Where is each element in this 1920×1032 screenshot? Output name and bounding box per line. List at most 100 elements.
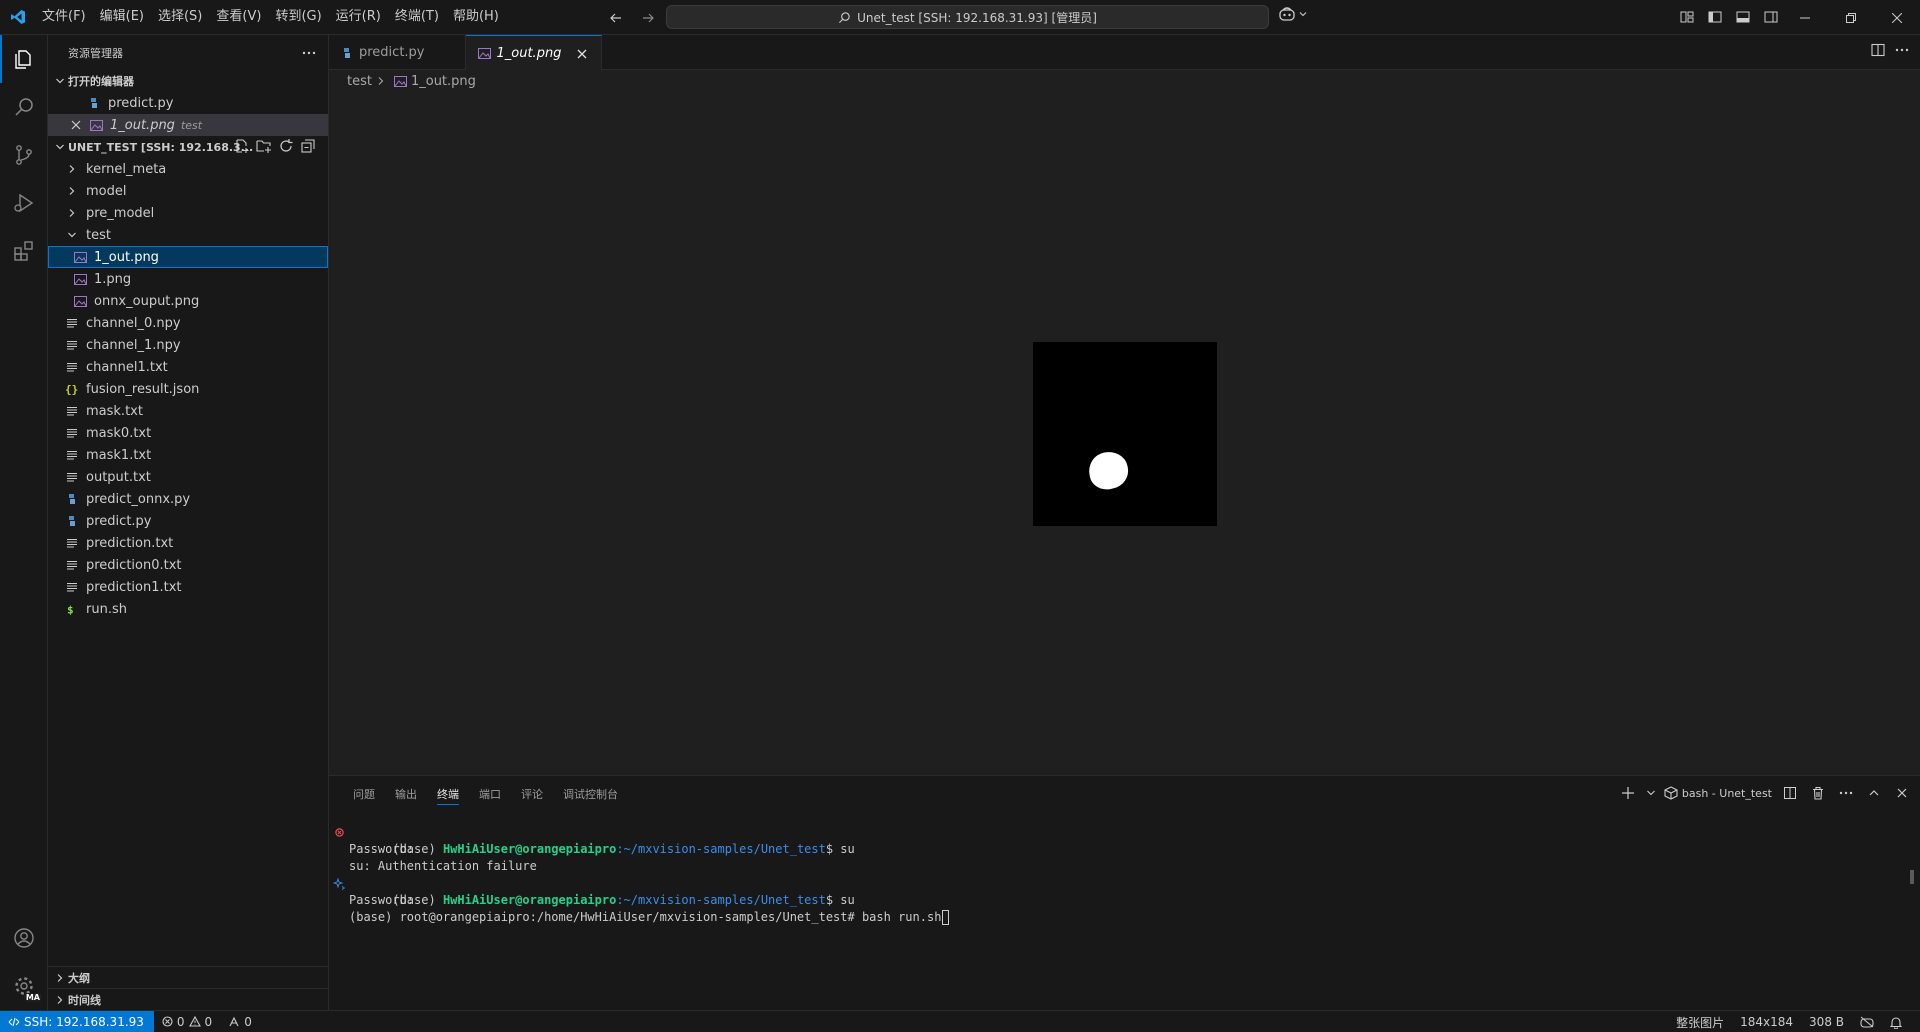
file-item[interactable]: prediction1.txt — [48, 576, 328, 598]
file-name: 1_out.png — [94, 249, 159, 265]
file-item[interactable]: {} fusion_result.json — [48, 378, 328, 400]
folder-item-pre-model[interactable]: pre_model — [48, 202, 328, 224]
toggle-primary-sidebar-icon[interactable] — [1704, 6, 1726, 28]
toggle-panel-icon[interactable] — [1732, 6, 1754, 28]
menu-edit[interactable]: 编辑(E) — [93, 5, 151, 29]
file-item[interactable]: prediction0.txt — [48, 554, 328, 576]
folder-item-kernel-meta[interactable]: kernel_meta — [48, 158, 328, 180]
file-name: prediction.txt — [86, 535, 174, 551]
terminal-line: Password: — [349, 893, 415, 907]
menu-file[interactable]: 文件(F) — [35, 5, 93, 29]
close-icon[interactable] — [1892, 782, 1912, 804]
forward-arrow-icon[interactable] — [637, 7, 659, 29]
close-icon[interactable] — [573, 45, 591, 63]
source-control-icon[interactable] — [0, 131, 48, 179]
maximize-panel-icon[interactable] — [1864, 782, 1884, 804]
menu-bar: 文件(F) 编辑(E) 选择(S) 查看(V) 转到(G) 运行(R) 终端(T… — [35, 0, 506, 35]
terminal-scrollbar[interactable] — [1910, 824, 1914, 1004]
file-item[interactable]: output.txt — [48, 466, 328, 488]
toggle-secondary-sidebar-icon[interactable] — [1760, 6, 1782, 28]
file-name: mask1.txt — [86, 447, 152, 463]
tab-ports[interactable]: 端口 — [469, 776, 511, 811]
more-actions-icon[interactable] — [1836, 782, 1856, 804]
open-editors-section[interactable]: 打开的编辑器 — [48, 70, 328, 92]
chevron-right-icon — [64, 205, 80, 221]
close-icon[interactable] — [68, 117, 84, 133]
chevron-down-icon[interactable] — [1646, 788, 1656, 798]
explorer-icon[interactable] — [0, 35, 48, 83]
command-center-search[interactable]: Unet_test [SSH: 192.168.31.93] [管理员] — [666, 5, 1269, 29]
open-editor-item[interactable]: 1_out.png test — [48, 114, 328, 136]
file-item[interactable]: mask.txt — [48, 400, 328, 422]
split-terminal-icon[interactable] — [1780, 782, 1800, 804]
minimize-icon[interactable] — [1782, 0, 1828, 35]
file-item[interactable]: channel_1.npy — [48, 334, 328, 356]
image-zoom-mode[interactable]: 整张图片 — [1668, 1011, 1732, 1032]
text-file-icon — [64, 359, 80, 375]
breadcrumb-file[interactable]: 1_out.png — [411, 74, 476, 89]
refresh-icon[interactable] — [278, 138, 294, 154]
bell-icon[interactable] — [1882, 1011, 1910, 1032]
file-item-1-png[interactable]: 1.png — [48, 268, 328, 290]
menu-go[interactable]: 转到(G) — [268, 5, 328, 29]
vscode-logo-icon — [0, 0, 35, 35]
file-item[interactable]: predict_onnx.py — [48, 488, 328, 510]
new-terminal-icon[interactable] — [1618, 782, 1638, 804]
more-actions-icon[interactable] — [1894, 42, 1910, 58]
file-item[interactable]: mask0.txt — [48, 422, 328, 444]
breadcrumb-folder[interactable]: test — [347, 74, 372, 89]
trash-icon[interactable] — [1808, 782, 1828, 804]
file-item[interactable]: channel1.txt — [48, 356, 328, 378]
run-debug-icon[interactable] — [0, 179, 48, 227]
tab-predict-py[interactable]: predict.py — [329, 35, 466, 70]
split-editor-icon[interactable] — [1870, 42, 1886, 58]
file-item[interactable]: mask1.txt — [48, 444, 328, 466]
tab-comments[interactable]: 评论 — [511, 776, 553, 811]
copilot-status-icon[interactable] — [1852, 1011, 1882, 1032]
tab-problems[interactable]: 问题 — [343, 776, 385, 811]
file-item-onnx-ouput-png[interactable]: onnx_ouput.png — [48, 290, 328, 312]
problems-indicator[interactable]: 0 0 — [154, 1011, 220, 1032]
folder-name: kernel_meta — [86, 161, 167, 177]
tab-output[interactable]: 输出 — [385, 776, 427, 811]
more-actions-icon[interactable] — [302, 51, 316, 55]
menu-run[interactable]: 运行(R) — [329, 5, 388, 29]
workspace-section[interactable]: UNET_TEST [SSH: 192.168.3... — [48, 136, 328, 158]
menu-selection[interactable]: 选择(S) — [151, 5, 209, 29]
terminal-instance[interactable]: bash - Unet_test — [1664, 786, 1772, 800]
file-item[interactable]: $ run.sh — [48, 598, 328, 620]
timeline-section[interactable]: 时间线 — [48, 988, 329, 1010]
new-file-icon[interactable] — [234, 138, 250, 154]
search-icon[interactable] — [0, 83, 48, 131]
file-item[interactable]: prediction.txt — [48, 532, 328, 554]
folder-item-test[interactable]: test — [48, 224, 328, 246]
ports-indicator[interactable]: 0 — [220, 1011, 260, 1032]
menu-view[interactable]: 查看(V) — [209, 5, 268, 29]
extensions-icon[interactable] — [0, 227, 48, 275]
terminal-line: (base) HwHiAiUser@orangepiaipro:~/mxvisi… — [329, 824, 1899, 856]
open-editor-item[interactable]: predict.py — [48, 92, 328, 114]
restore-icon[interactable] — [1828, 0, 1874, 35]
file-item[interactable]: channel_0.npy — [48, 312, 328, 334]
terminal-output[interactable]: (base) HwHiAiUser@orangepiaipro:~/mxvisi… — [329, 824, 1899, 926]
tab-debug-console[interactable]: 调试控制台 — [553, 776, 628, 811]
remote-indicator[interactable]: SSH: 192.168.31.93 — [0, 1010, 154, 1032]
menu-terminal[interactable]: 终端(T) — [388, 5, 446, 29]
tab-1-out-png[interactable]: 1_out.png — [465, 35, 603, 71]
chevron-right-icon — [64, 161, 80, 177]
account-icon[interactable] — [0, 914, 48, 962]
collapse-all-icon[interactable] — [300, 138, 316, 154]
file-item[interactable]: predict.py — [48, 510, 328, 532]
close-window-icon[interactable] — [1874, 0, 1920, 35]
tab-terminal[interactable]: 终端 — [427, 776, 469, 811]
copilot-button[interactable] — [1278, 6, 1308, 22]
file-item-1-out-png[interactable]: 1_out.png — [48, 246, 328, 268]
customize-layout-icon[interactable] — [1676, 6, 1698, 28]
back-arrow-icon[interactable] — [605, 7, 627, 29]
outline-section[interactable]: 大纲 — [48, 966, 329, 988]
folder-item-model[interactable]: model — [48, 180, 328, 202]
manage-gear-icon[interactable]: MA — [0, 962, 48, 1010]
account-badge: MA — [23, 993, 42, 1002]
menu-help[interactable]: 帮助(H) — [446, 5, 506, 29]
new-folder-icon[interactable] — [256, 138, 272, 154]
